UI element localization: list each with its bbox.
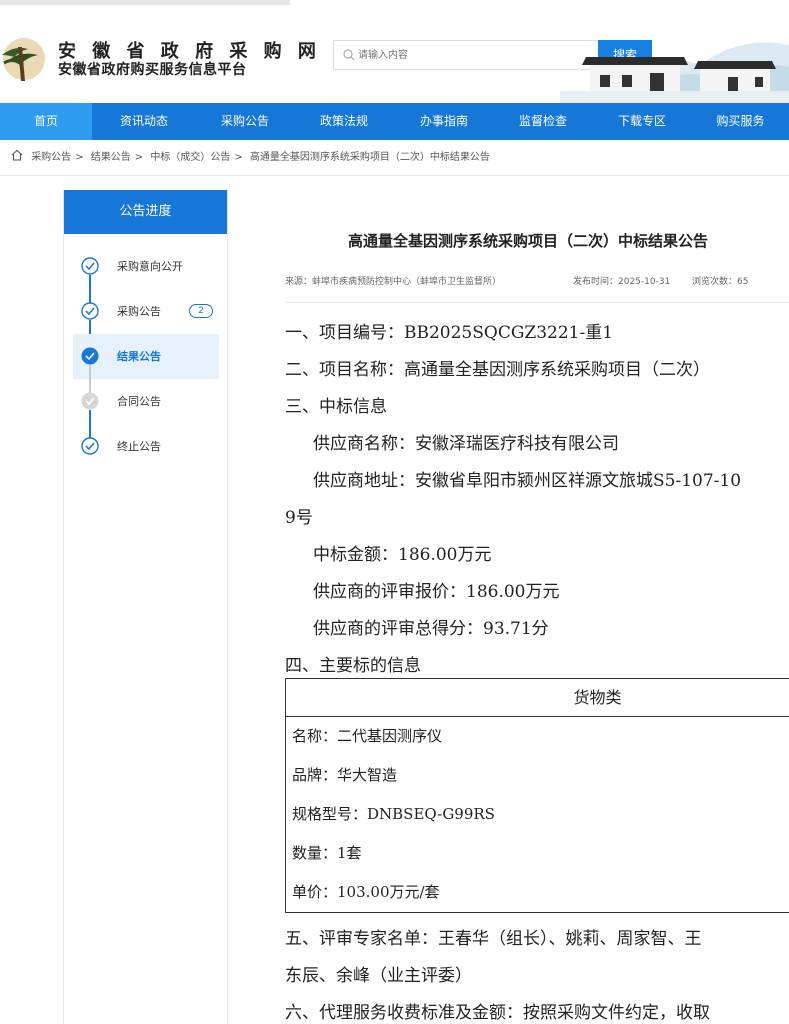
check-circle-icon — [81, 257, 99, 275]
nav-item-supervision[interactable]: 监督检查 — [494, 103, 592, 140]
table-row: 规格型号：DNBSEQ-G99RS — [292, 805, 495, 823]
nav-item-policy[interactable]: 政策法规 — [294, 103, 394, 140]
step-intent[interactable]: 采购意向公开 — [73, 244, 219, 304]
nav-item-procurement-notice[interactable]: 采购公告 — [196, 103, 294, 140]
breadcrumb-current: 高通量全基因测序系统采购项目（二次）中标结果公告 — [249, 152, 490, 163]
table-header: 货物类 — [286, 679, 789, 717]
table-row: 品牌：华大智造 — [292, 766, 398, 784]
nav-item-news[interactable]: 资讯动态 — [92, 103, 196, 140]
step-label: 采购公告 — [117, 305, 161, 318]
site-subtitle: 安徽省政府购买服务信息平台 — [58, 62, 247, 78]
search-box — [333, 40, 598, 70]
nav-item-guide[interactable]: 办事指南 — [394, 103, 494, 140]
main-nav: 首页 资讯动态 采购公告 政策法规 办事指南 监督检查 下载专区 购买服务 — [0, 103, 789, 140]
agency-fee: 六、代理服务收费标准及金额：按照采购文件约定，收取 — [285, 1003, 710, 1023]
step-termination-notice[interactable]: 终止公告 — [73, 424, 219, 469]
breadcrumb: 采购公告 > 结果公告 > 中标（成交）公告 > 高通量全基因测序系统采购项目（二次）… — [0, 140, 789, 176]
logo-icon[interactable] — [0, 33, 46, 85]
article-title: 高通量全基因测序系统采购项目（二次）中标结果公告 — [347, 232, 708, 250]
step-contract-notice[interactable]: 合同公告 — [73, 379, 219, 439]
search-input[interactable] — [358, 45, 588, 65]
check-circle-icon — [81, 437, 99, 455]
header-scenery-image — [560, 42, 789, 103]
step-result-notice[interactable]: 结果公告 — [73, 334, 219, 394]
project-number: 一、项目编号：BB2025SQCGZ3221-重1 — [285, 323, 614, 343]
search-icon — [343, 49, 355, 61]
table-row: 数量：1套 — [292, 844, 362, 862]
supplier-name: 供应商名称：安徽泽瑞医疗科技有限公司 — [313, 434, 619, 454]
step-label: 合同公告 — [117, 395, 161, 408]
check-circle-icon — [81, 302, 99, 320]
site-header: 安 徽 省 政 府 采 购 网 安徽省政府购买服务信息平台 搜索 — [0, 5, 789, 103]
project-name: 二、项目名称：高通量全基因测序系统采购项目（二次） — [285, 360, 710, 380]
supplier-address: 供应商地址：安徽省阜阳市颍州区祥源文旅城S5-107-10 — [313, 471, 742, 491]
step-label: 结果公告 — [117, 350, 161, 363]
table-row: 单价：103.00万元/套 — [292, 883, 440, 901]
breadcrumb-item[interactable]: 采购公告 — [31, 152, 71, 163]
section-heading: 四、主要标的信息 — [285, 656, 421, 676]
breadcrumb-item[interactable]: 结果公告 — [91, 152, 131, 163]
article-publish-time: 发布时间：2025-10-31 — [573, 277, 671, 287]
expert-list-cont: 东辰、余峰（业主评委） — [285, 966, 472, 986]
step-label: 终止公告 — [117, 440, 161, 453]
expert-list: 五、评审专家名单：王春华（组长）、姚莉、周家智、王 — [285, 929, 702, 949]
nav-item-home[interactable]: 首页 — [0, 103, 92, 140]
progress-sidebar: 公告进度 采购意向公开 采购公告 2 结果公告 合同公告 终止公告 — [63, 190, 228, 1024]
count-badge: 2 — [189, 304, 213, 318]
section-heading: 三、中标信息 — [285, 397, 387, 417]
step-procurement-notice[interactable]: 采购公告 2 — [73, 289, 219, 349]
supplier-address-cont: 9号 — [285, 508, 313, 528]
check-circle-filled-icon — [81, 347, 99, 365]
review-quote: 供应商的评审报价：186.00万元 — [313, 582, 560, 602]
nav-item-download[interactable]: 下载专区 — [592, 103, 692, 140]
article-views: 浏览次数：65 — [692, 277, 749, 287]
article-meta: 来源：蚌埠市疾病预防控制中心（蚌埠市卫生监督所） 发布时间：2025-10-31… — [285, 274, 789, 287]
subject-table: 货物类 名称：二代基因测序仪 品牌：华大智造 规格型号：DNBSEQ-G99RS… — [285, 678, 789, 913]
divider — [285, 302, 789, 303]
table-row: 名称：二代基因测序仪 — [292, 727, 443, 745]
breadcrumb-item[interactable]: 中标（成交）公告 — [150, 152, 230, 163]
review-score: 供应商的评审总得分：93.71分 — [313, 619, 549, 639]
step-label: 采购意向公开 — [117, 260, 183, 273]
article-source: 来源：蚌埠市疾病预防控制中心（蚌埠市卫生监督所） — [285, 277, 502, 287]
sidebar-title: 公告进度 — [64, 190, 227, 234]
pending-circle-icon — [81, 392, 99, 410]
nav-item-purchase-service[interactable]: 购买服务 — [692, 103, 789, 140]
home-icon[interactable] — [10, 148, 24, 162]
article-content: 高通量全基因测序系统采购项目（二次）中标结果公告 来源：蚌埠市疾病预防控制中心（… — [285, 190, 789, 1024]
bid-amount: 中标金额：186.00万元 — [313, 545, 492, 565]
